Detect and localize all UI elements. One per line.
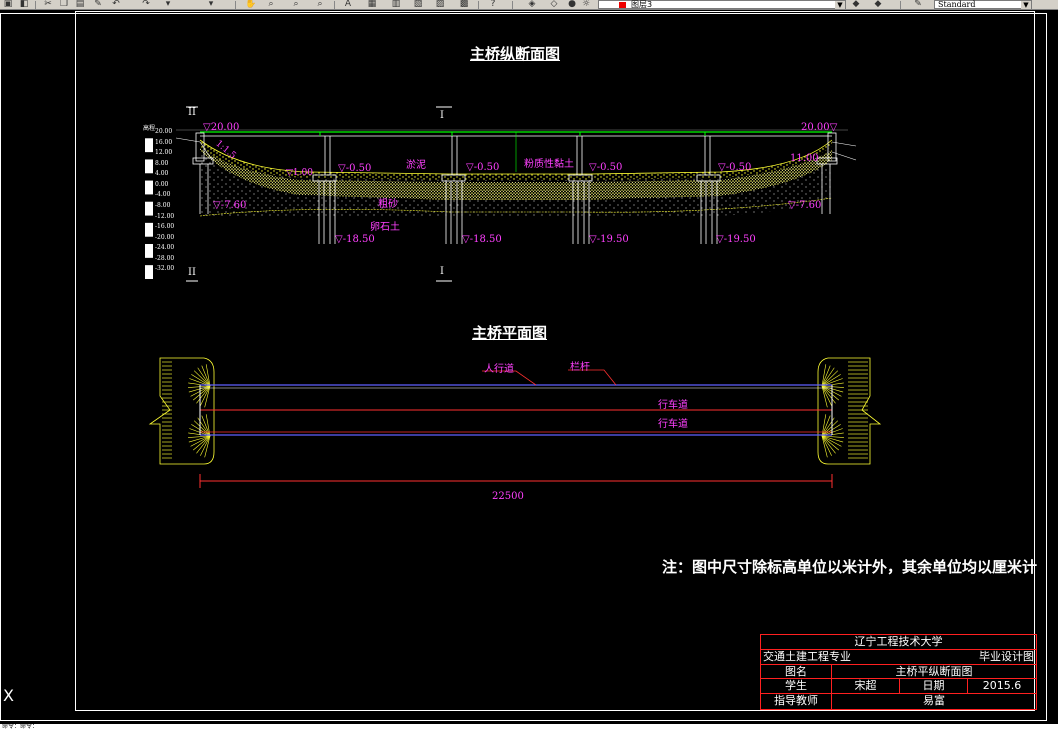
hatch-line [190, 435, 211, 447]
date-label: 日期 [899, 679, 967, 693]
deck-elev-left: ▽20.00 [203, 122, 240, 133]
pile4-tip-elev: ▽-19.50 [716, 234, 756, 245]
hatch-line [821, 435, 842, 447]
school-name: 辽宁工程技术大学 [854, 635, 943, 648]
title-block-row-school: 辽宁工程技术大学 [761, 635, 1036, 650]
drawing-note: 注：图中尺寸除标高单位以米计外，其余单位均以厘米计 [662, 558, 1038, 576]
bank-elev-right: 11.00 [790, 153, 819, 164]
soil-coarse-sand-label: 粗砂 [378, 199, 398, 210]
section-mark-left-top: II [188, 107, 196, 118]
doc-type: 毕业设计图 [979, 650, 1034, 663]
scale-block [145, 215, 153, 223]
scale-tick-label: -8.00 [155, 202, 171, 209]
elevation-scale [145, 131, 153, 279]
title-block: 辽宁工程技术大学 交通土建工程专业 毕业设计图 图名 主桥平纵断面图 学生 宋超… [760, 634, 1037, 710]
hatch-line [821, 435, 832, 456]
scale-block [145, 257, 153, 266]
scale-tick-label: -4.00 [155, 191, 171, 199]
scale-tick-label: 0.00 [155, 180, 169, 188]
advisor-name: 易富 [831, 694, 1036, 709]
title-block-row-advisor: 指导教师 易富 [761, 694, 1036, 709]
span-length-label: 22500 [492, 491, 524, 502]
scale-tick-label: 16.00 [155, 138, 173, 146]
scale-block [145, 194, 153, 202]
scale-tick-label: 20.00 [155, 128, 173, 135]
drawing-name: 主桥平纵断面图 [831, 665, 1036, 678]
scale-block [145, 152, 153, 160]
pier3-top-elev: ▽-0.50 [589, 162, 623, 173]
ucs-icon: X [3, 686, 14, 705]
soil-silt-label: 淤泥 [406, 160, 426, 171]
student-name: 宋超 [831, 679, 899, 693]
bridge-drawing [145, 106, 882, 488]
soil-gravel-label: 卵石土 [370, 222, 400, 233]
scale-block [145, 236, 153, 244]
scale-tick-label: -20.00 [155, 233, 175, 241]
advisor-label: 指导教师 [774, 694, 818, 707]
pile1-tip-elev: ▽-18.50 [335, 234, 375, 245]
title-block-row-student: 学生 宋超 日期 2015.6 [761, 679, 1036, 694]
title-block-row-drawing: 图名 主桥平纵断面图 [761, 665, 1036, 679]
pile2-tip-elev: ▽-18.50 [462, 234, 502, 245]
scale-tick-label: -16.00 [155, 223, 175, 231]
abutment-right-base: ▽-7.60 [788, 200, 822, 211]
pier4-top-elev: ▽-0.50 [718, 162, 752, 173]
section-mark-left-bottom: II [188, 267, 196, 278]
scale-tick-label: 12.00 [155, 149, 173, 157]
scale-tick-label: -12.00 [155, 212, 175, 220]
deck-elev-right: 20.00▽ [801, 122, 838, 133]
hatch-line [200, 385, 211, 406]
command-line[interactable]: 命令：命令： [0, 724, 1058, 729]
scale-tick-label: -28.00 [155, 254, 175, 262]
major-name: 交通土建工程专业 [763, 650, 851, 663]
section-mark-center-bottom: I [440, 266, 444, 277]
water-elev-left: ▽1.00 [286, 168, 313, 178]
hatch-line [200, 435, 211, 456]
scale-tick-label: -24.00 [155, 244, 175, 252]
soil-silty-clay-label: 粉质性黏土 [524, 159, 574, 170]
plan-view [148, 357, 882, 488]
title-block-row-major: 交通土建工程专业 毕业设计图 [761, 650, 1036, 665]
scale-block [145, 131, 153, 139]
hatch-line [821, 385, 832, 406]
section-mark-center-top: I [440, 110, 444, 121]
plan-lane2-label: 行车道 [658, 419, 688, 430]
pier1-top-elev: ▽-0.50 [338, 163, 372, 174]
scale-tick-label: 4.00 [155, 170, 169, 178]
plan-lane1-label: 行车道 [658, 400, 688, 411]
scale-tick-label: -32.00 [155, 265, 175, 273]
scale-header: 高程 [143, 125, 156, 132]
plan-sidewalk-label: 人行道 [484, 364, 514, 375]
plan-railing-label: 栏杆 [570, 362, 590, 373]
plan-title: 主桥平面图 [472, 324, 548, 342]
scale-tick-label: 8.00 [155, 159, 169, 167]
drawing-name-label: 图名 [785, 665, 807, 678]
date-value: 2015.6 [967, 679, 1036, 693]
student-label: 学生 [785, 679, 807, 692]
abutment-left-base: ▽-7.60 [213, 200, 247, 211]
scale-block [145, 173, 153, 181]
pier2-top-elev: ▽-0.50 [466, 162, 500, 173]
right-plan-abutment [162, 357, 882, 465]
longitudinal-title: 主桥纵断面图 [470, 45, 561, 63]
pile3-tip-elev: ▽-19.50 [589, 234, 629, 245]
